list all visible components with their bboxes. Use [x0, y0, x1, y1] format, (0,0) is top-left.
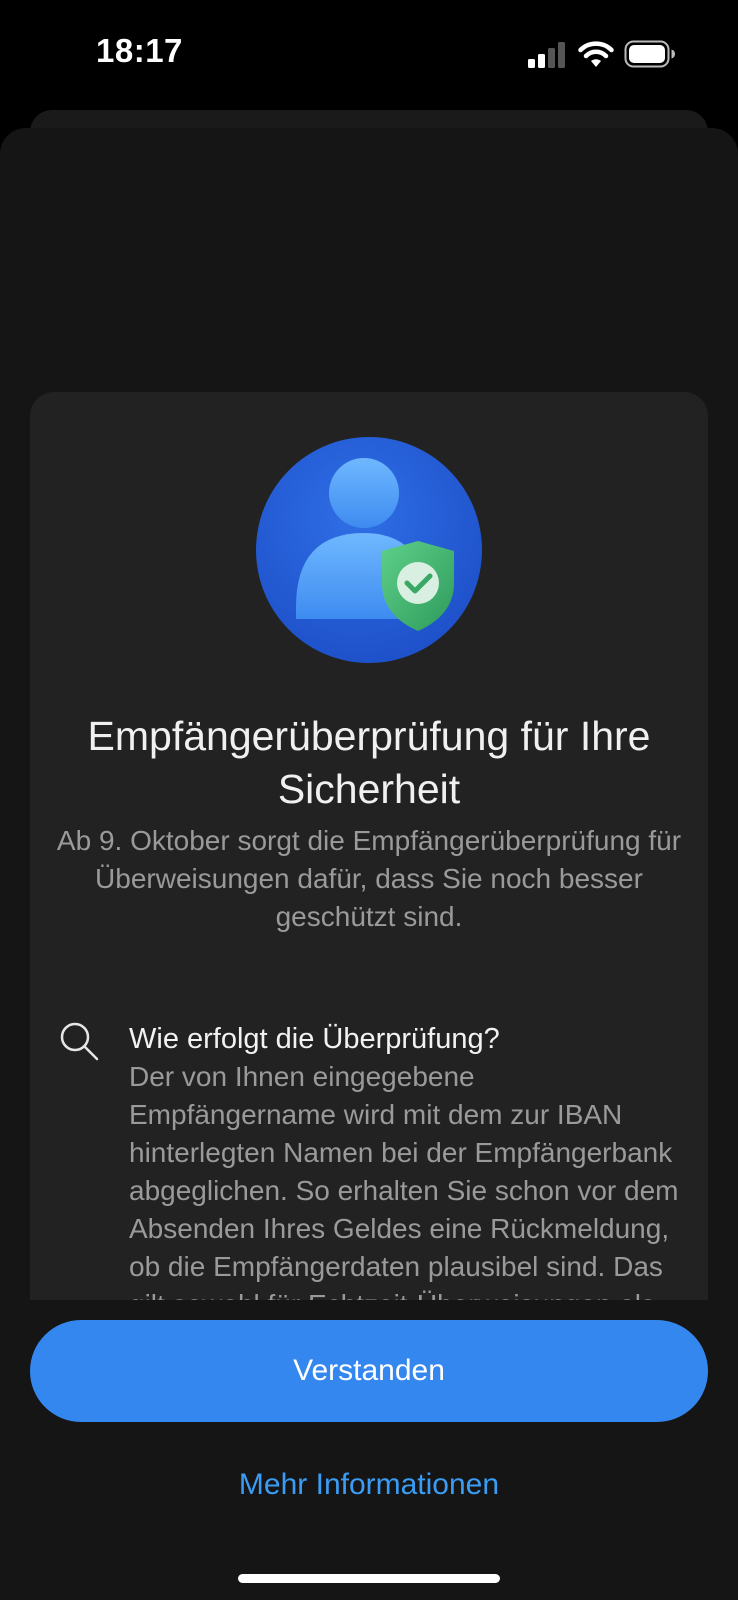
- search-icon: [60, 1022, 99, 1061]
- home-indicator[interactable]: [238, 1574, 500, 1583]
- wifi-icon: [578, 41, 614, 67]
- battery-icon: [624, 40, 675, 68]
- verified-user-shield-icon: [256, 437, 482, 663]
- status-bar: 18:17: [0, 0, 738, 110]
- page-subtitle: Ab 9. Oktober sorgt die Empfängerüberprü…: [56, 825, 682, 932]
- status-time: 18:17: [96, 32, 183, 69]
- info-heading: Wie erfolgt die Überprüfung?: [129, 1023, 500, 1055]
- page-title: Empfängerüberprüfung für Ihre Sicherheit: [87, 713, 651, 812]
- signal-icon: [528, 42, 565, 68]
- understood-button[interactable]: Verstanden: [30, 1320, 708, 1422]
- more-information-link[interactable]: Mehr Informationen: [30, 1460, 708, 1510]
